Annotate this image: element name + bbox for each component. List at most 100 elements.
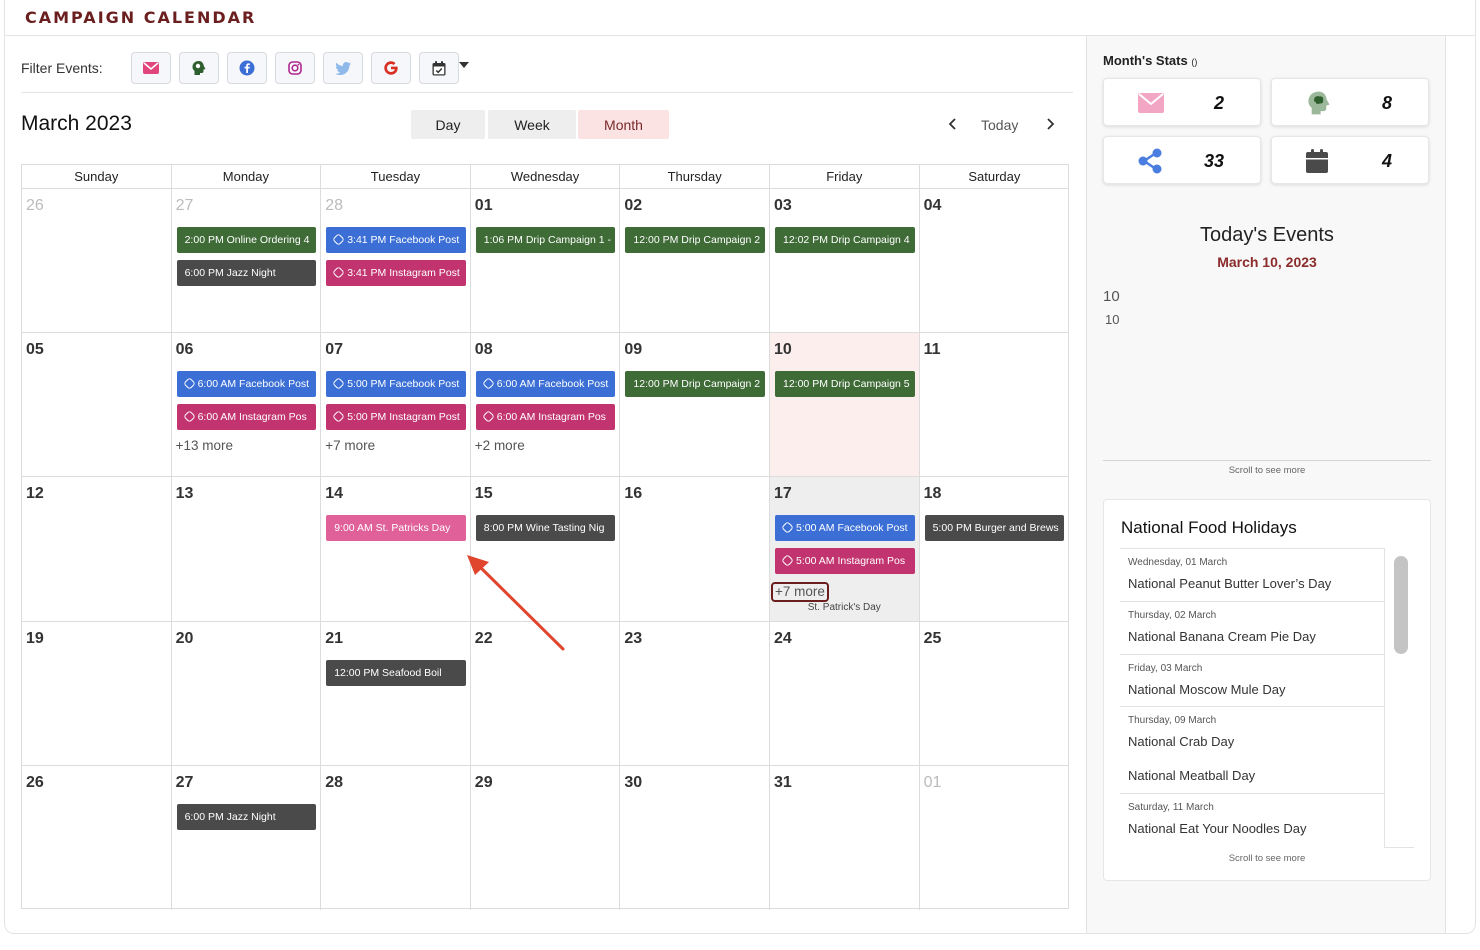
day-cell[interactable]: 01 1:06 PM Drip Campaign 1 - <box>470 189 621 334</box>
calendar-event[interactable]: 3:41 PM Instagram Post <box>326 260 466 286</box>
day-cell[interactable]: 25 <box>919 622 1070 766</box>
day-cell[interactable]: 11 <box>919 333 1070 478</box>
day-number[interactable]: 15 <box>475 485 493 503</box>
more-events-link[interactable]: +7 more <box>771 582 829 603</box>
twitter-filter-button[interactable] <box>323 52 363 84</box>
food-holiday-item[interactable]: Thursday, 02 March National Banana Cream … <box>1120 601 1384 654</box>
calendar-event[interactable]: 6:00 AM Instagram Pos <box>176 404 317 431</box>
day-cell[interactable]: 21 12:00 PM Seafood Boil <box>321 621 471 766</box>
more-events-link[interactable]: +7 more <box>325 438 375 453</box>
food-holidays-list[interactable]: Wednesday, 01 March National Peanut Butte… <box>1120 548 1384 848</box>
stat-social[interactable]: 33 <box>1103 136 1261 184</box>
calendar-event[interactable]: 6:00 AM Instagram Pos <box>475 404 616 431</box>
calendar-event[interactable]: 12:00 PM Drip Campaign 2 <box>625 227 765 253</box>
day-number[interactable]: 25 <box>924 630 942 648</box>
calendar-event[interactable]: 3:41 PM Facebook Post <box>326 227 466 253</box>
view-month-button[interactable]: Month <box>578 110 669 139</box>
day-number[interactable]: 27 <box>176 197 194 215</box>
filter-dropdown-caret-icon[interactable] <box>459 62 469 68</box>
day-cell[interactable]: 17 5:00 AM Facebook Post 5:00 AM Instagram… <box>770 477 920 622</box>
day-cell[interactable]: 14 9:00 AM St. Patricks Day <box>321 477 471 622</box>
day-cell[interactable]: 23 <box>620 621 770 766</box>
day-cell[interactable]: 26 <box>22 765 172 910</box>
day-number[interactable]: 28 <box>325 774 343 792</box>
calendar-event[interactable]: 5:00 PM Facebook Post <box>326 371 466 398</box>
calendar-event[interactable]: 12:00 PM Seafood Boil <box>326 659 466 686</box>
day-cell[interactable]: 01 <box>920 766 1070 910</box>
day-cell[interactable]: 06 6:00 AM Facebook Post 6:00 AM Instagram… <box>171 333 322 478</box>
day-cell[interactable]: 09 12:00 PM Drip Campaign 2 <box>620 333 770 478</box>
calendar-event[interactable]: 6:00 PM Jazz Night <box>176 803 317 830</box>
day-cell[interactable]: 24 <box>770 621 920 766</box>
day-number[interactable]: 11 <box>924 341 941 359</box>
day-cell[interactable]: 29 <box>471 765 621 910</box>
day-number[interactable]: 03 <box>774 197 792 215</box>
calendar-event[interactable]: 6:00 AM Facebook Post <box>176 371 317 398</box>
day-number[interactable]: 07 <box>325 341 343 359</box>
day-cell[interactable]: 31 <box>770 765 920 910</box>
day-cell[interactable]: 28 3:41 PM Facebook Post 3:41 PM Instagram… <box>321 189 471 334</box>
day-number[interactable]: 09 <box>624 341 642 359</box>
day-cell[interactable]: 07 5:00 PM Facebook Post 5:00 PM Instagram… <box>321 333 471 478</box>
day-number[interactable]: 10 <box>774 341 792 359</box>
day-cell[interactable]: 18 5:00 PM Burger and Brews <box>919 477 1070 622</box>
day-cell[interactable]: 05 <box>22 333 172 478</box>
day-cell[interactable]: 19 <box>22 621 172 766</box>
calendar-event[interactable]: 5:00 AM Instagram Pos <box>775 548 915 575</box>
food-holiday-item[interactable]: Thursday, 09 March National Crab Day <box>1120 706 1384 759</box>
next-month-arrow-icon[interactable] <box>1042 116 1058 132</box>
day-number[interactable]: 12 <box>26 485 44 503</box>
day-number[interactable]: 16 <box>624 485 642 503</box>
day-number[interactable]: 29 <box>475 774 493 792</box>
stat-email[interactable]: 2 <box>1103 78 1261 126</box>
day-number[interactable]: 05 <box>26 341 44 359</box>
calendar-filter-button[interactable] <box>419 52 459 84</box>
calendar-event[interactable]: 12:02 PM Drip Campaign 4 <box>775 227 915 253</box>
day-cell[interactable]: 12 <box>22 477 172 622</box>
food-holiday-item[interactable]: Wednesday, 01 March National Peanut Butte… <box>1120 548 1384 601</box>
day-number[interactable]: 20 <box>176 630 194 648</box>
day-number[interactable]: 08 <box>475 341 493 359</box>
email-filter-button[interactable] <box>131 52 171 84</box>
calendar-event[interactable]: 8:00 PM Wine Tasting Nig <box>475 515 616 542</box>
calendar-event[interactable]: 12:00 PM Drip Campaign 2 <box>625 371 765 398</box>
food-holiday-item[interactable]: Friday, 03 March National Moscow Mule Day <box>1120 654 1384 707</box>
day-number[interactable]: 04 <box>924 197 942 215</box>
day-number[interactable]: 06 <box>176 341 194 359</box>
day-cell[interactable]: 08 6:00 AM Facebook Post 6:00 AM Instagram… <box>470 333 621 478</box>
calendar-event[interactable]: 6:00 AM Facebook Post <box>475 371 616 398</box>
calendar-event[interactable]: 5:00 AM Facebook Post <box>775 515 915 542</box>
calendar-event[interactable]: 6:00 PM Jazz Night <box>176 260 317 286</box>
day-cell[interactable]: 28 <box>321 765 471 910</box>
food-holidays-scrollbar[interactable] <box>1384 548 1414 848</box>
day-number[interactable]: 28 <box>325 197 343 215</box>
calendar-event[interactable]: 2:00 PM Online Ordering 4 <box>176 227 317 253</box>
day-number[interactable]: 17 <box>774 485 792 503</box>
drip-filter-button[interactable] <box>179 52 219 84</box>
day-cell[interactable]: 27 2:00 PM Online Ordering 4 6:00 PM Jazz … <box>171 189 322 334</box>
day-number[interactable]: 13 <box>176 485 194 503</box>
day-number[interactable]: 21 <box>325 630 343 648</box>
day-number[interactable]: 26 <box>26 774 44 792</box>
day-number[interactable]: 30 <box>624 774 642 792</box>
food-holidays-scroll-thumb[interactable] <box>1394 556 1408 654</box>
day-number[interactable]: 23 <box>624 630 642 648</box>
prev-month-arrow-icon[interactable] <box>945 116 961 132</box>
day-number[interactable]: 02 <box>624 197 642 215</box>
view-week-button[interactable]: Week <box>488 110 576 139</box>
google-filter-button[interactable] <box>371 52 411 84</box>
today-button[interactable]: Today <box>981 117 1018 133</box>
stat-drip[interactable]: 8 <box>1271 78 1429 126</box>
day-cell[interactable]: 26 <box>22 189 172 334</box>
day-number[interactable]: 01 <box>924 774 942 792</box>
view-day-button[interactable]: Day <box>411 110 485 139</box>
food-holiday-item[interactable]: Saturday, 11 March National Eat Your Nood… <box>1120 793 1384 846</box>
food-holiday-item[interactable]: National Meatball Day <box>1120 758 1384 793</box>
calendar-event[interactable]: 12:00 PM Drip Campaign 5 <box>775 371 915 398</box>
day-number[interactable]: 14 <box>325 485 343 503</box>
more-events-link[interactable]: +2 more <box>475 438 525 453</box>
calendar-event[interactable]: 5:00 PM Burger and Brews <box>924 515 1065 542</box>
day-cell[interactable]: 10 12:00 PM Drip Campaign 5 <box>770 333 920 478</box>
day-cell[interactable]: 13 <box>171 477 322 622</box>
day-number[interactable]: 24 <box>774 630 792 648</box>
